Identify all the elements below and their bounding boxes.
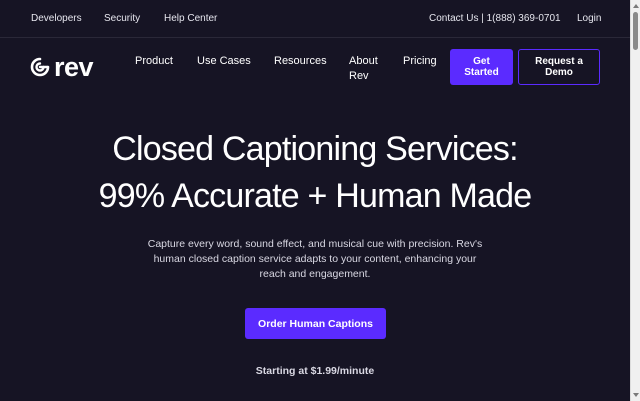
developers-link[interactable]: Developers bbox=[31, 13, 82, 24]
get-started-line1: Get bbox=[473, 56, 490, 67]
request-demo-button[interactable]: Request a Demo bbox=[518, 49, 600, 85]
top-utility-bar: Developers Security Help Center Contact … bbox=[0, 0, 630, 38]
hero-title-line2: 99% Accurate + Human Made bbox=[98, 177, 532, 215]
nav-resources[interactable]: Resources bbox=[274, 54, 327, 69]
logo-wordmark: rev bbox=[54, 52, 94, 82]
login-link[interactable]: Login bbox=[577, 13, 601, 24]
order-captions-button[interactable]: Order Human Captions bbox=[245, 308, 386, 339]
nav-about-line2: Rev bbox=[349, 70, 369, 82]
nav-product[interactable]: Product bbox=[135, 54, 173, 69]
scroll-down-arrow-icon[interactable] bbox=[633, 393, 639, 397]
get-started-button[interactable]: Get Started bbox=[450, 49, 513, 85]
vertical-scrollbar[interactable] bbox=[630, 0, 640, 401]
nav-use-cases[interactable]: Use Cases bbox=[197, 54, 251, 69]
scroll-up-arrow-icon[interactable] bbox=[633, 4, 639, 8]
contact-link[interactable]: Contact Us | 1(888) 369-0701 bbox=[429, 13, 561, 24]
security-link[interactable]: Security bbox=[104, 13, 140, 24]
scroll-thumb[interactable] bbox=[633, 12, 638, 50]
rev-logo-icon bbox=[30, 57, 50, 77]
help-center-link[interactable]: Help Center bbox=[164, 13, 217, 24]
nav-pricing[interactable]: Pricing bbox=[403, 54, 437, 69]
price-note: Starting at $1.99/minute bbox=[255, 365, 375, 377]
request-demo-line1: Request a bbox=[535, 56, 583, 67]
nav-about-rev[interactable]: About Rev bbox=[349, 54, 378, 84]
hero-title-line1: Closed Captioning Services: bbox=[112, 130, 518, 168]
nav-about-line1: About bbox=[349, 55, 378, 67]
hero-subtitle: Capture every word, sound effect, and mu… bbox=[147, 238, 483, 280]
request-demo-line2: Demo bbox=[545, 67, 573, 78]
get-started-line2: Started bbox=[464, 67, 499, 78]
rev-logo[interactable]: rev bbox=[30, 52, 94, 82]
